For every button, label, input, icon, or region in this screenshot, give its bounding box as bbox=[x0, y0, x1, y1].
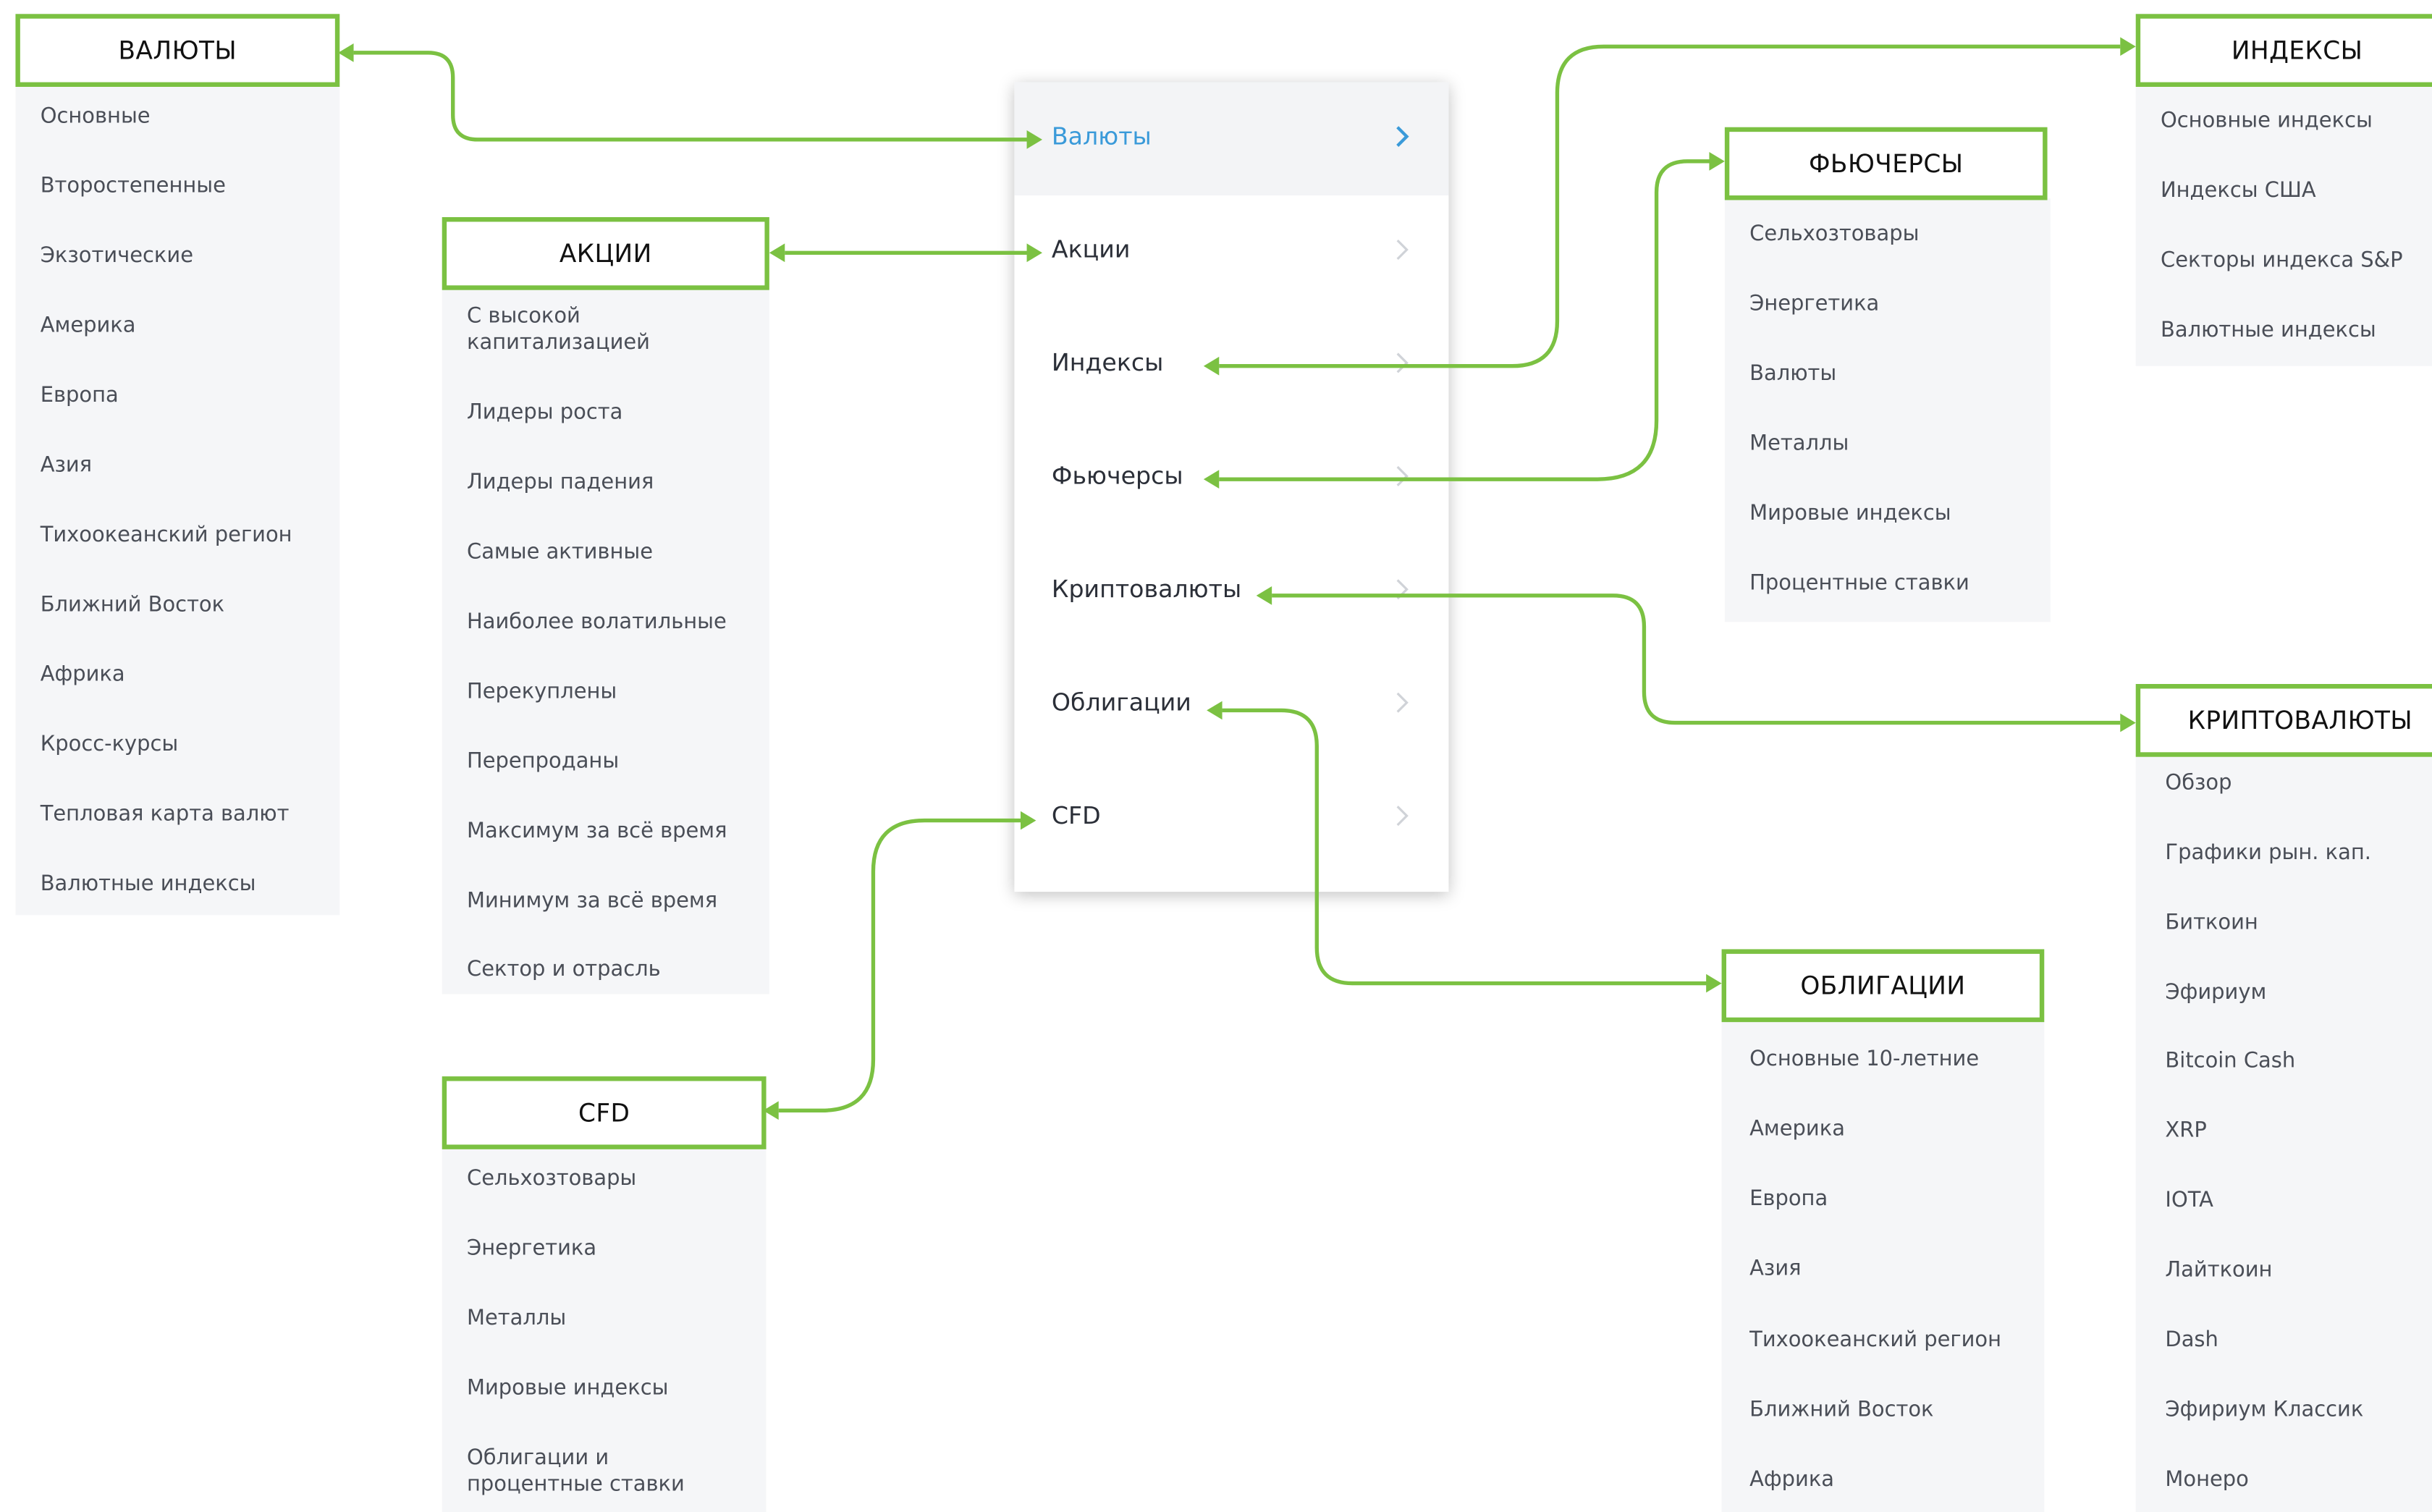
arrowhead-icon bbox=[1709, 152, 1725, 171]
arrowhead-icon bbox=[763, 1101, 779, 1120]
arrowhead-icon bbox=[2120, 713, 2136, 732]
connector-futures bbox=[1219, 159, 1711, 481]
arrowhead-icon bbox=[1203, 470, 1220, 489]
arrowhead-icon bbox=[2120, 37, 2136, 56]
arrowhead-icon bbox=[769, 243, 785, 263]
arrowhead-icon bbox=[1256, 586, 1272, 605]
connector-cfd bbox=[778, 818, 1027, 1112]
arrowhead-icon bbox=[1021, 811, 1036, 830]
arrowhead-icon bbox=[1706, 973, 1722, 993]
connector-crypto bbox=[1272, 594, 2121, 725]
arrowhead-icon bbox=[1207, 701, 1223, 720]
arrowhead-icon bbox=[1026, 130, 1043, 149]
connector-bonds bbox=[1222, 708, 1708, 986]
diagram: Основные Второстепенные Экзотические Аме… bbox=[0, 0, 2432, 1512]
arrowhead-icon bbox=[1203, 356, 1220, 376]
connector-currencies bbox=[353, 51, 1030, 142]
connector-indices bbox=[1219, 44, 2121, 368]
connectors bbox=[338, 37, 2136, 1120]
arrowhead-icon bbox=[338, 43, 354, 62]
arrowhead-icon bbox=[1026, 243, 1043, 263]
